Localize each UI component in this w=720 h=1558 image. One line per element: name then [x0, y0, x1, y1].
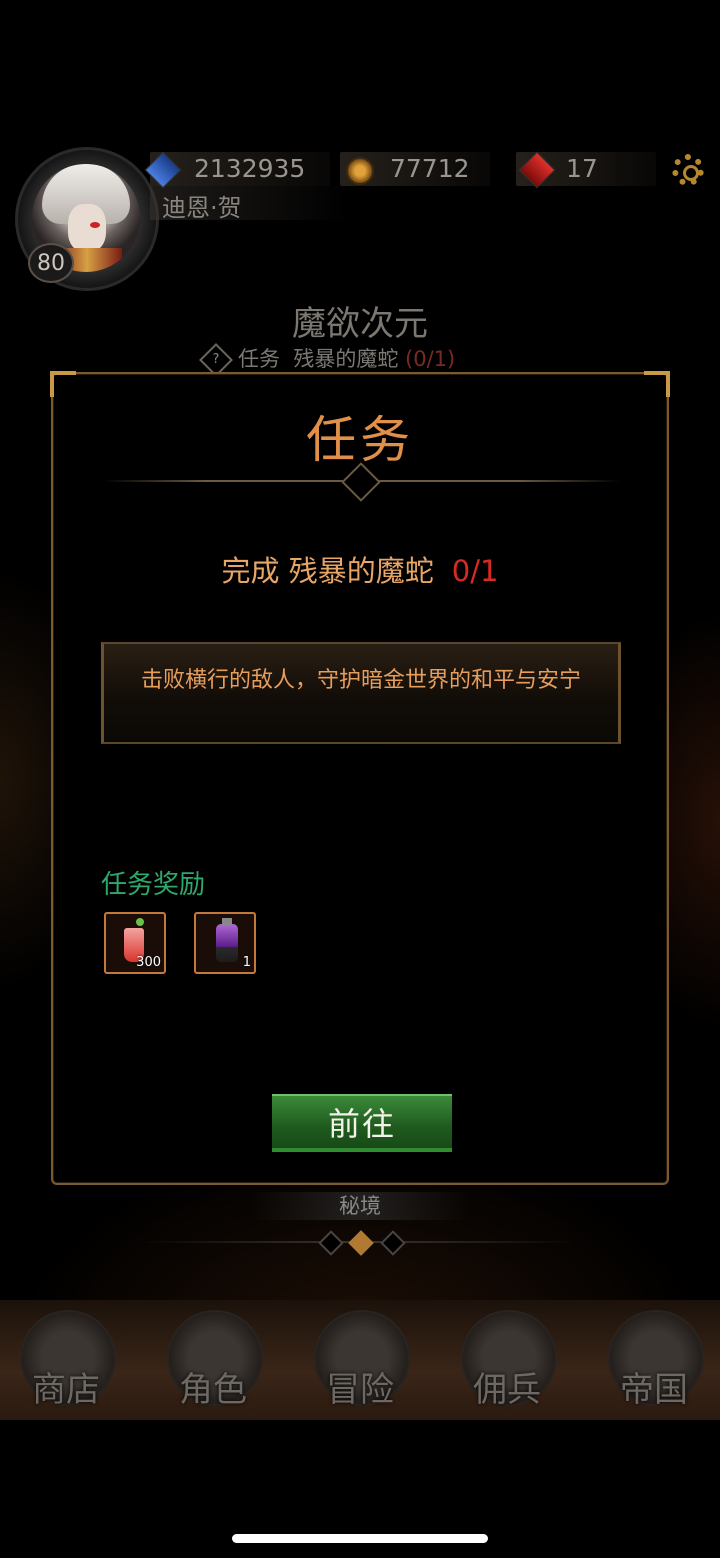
go-button[interactable]: 前往 [272, 1094, 452, 1152]
quest-objective: 完成 残暴的魔蛇 0/1 [53, 548, 667, 590]
quest-dialog: 任务 完成 残暴的魔蛇 0/1 击败横行的敌人，守护暗金世界的和平与安宁 任务奖励… [50, 371, 670, 1185]
reward-count: 1 [242, 955, 251, 970]
nav-label: 商店 [32, 1370, 100, 1410]
quest-hint-count: (0/1) [405, 347, 456, 371]
secret-realm-label[interactable]: 秘境 [0, 1190, 720, 1220]
nav-label: 冒险 [326, 1370, 394, 1410]
quest-description: 击败横行的敌人，守护暗金世界的和平与安宁 [140, 668, 581, 693]
settings-gear-icon[interactable] [672, 154, 704, 186]
gold-count: 77712 [390, 154, 470, 183]
reward-item[interactable]: 300 [104, 912, 166, 974]
gem-count: 17 [566, 154, 598, 183]
reward-title: 任务奖励 [101, 870, 206, 900]
reward-count: 300 [136, 955, 161, 970]
avatar-eye [90, 222, 100, 228]
nav-label: 角色 [179, 1370, 247, 1410]
quest-description-box: 击败横行的敌人，守护暗金世界的和平与安宁 [101, 642, 621, 744]
potion-bottle-icon [216, 918, 238, 962]
quest-hint[interactable]: ? 任务 残暴的魔蛇 (0/1) [199, 343, 456, 377]
reward-item[interactable]: 1 [194, 912, 256, 974]
dialog-corner [50, 371, 76, 397]
quest-hint-prefix: 任务 [238, 347, 280, 371]
player-level-badge: 80 [28, 243, 74, 283]
nav-adventure[interactable]: 冒险 [310, 1310, 410, 1420]
home-indicator[interactable] [232, 1534, 488, 1543]
bottom-nav: 商店 角色 冒险 佣兵 帝国 [0, 1300, 720, 1420]
player-name: 迪恩·贺 [162, 194, 242, 222]
dialog-corner [644, 371, 670, 397]
nav-mercenary[interactable]: 佣兵 [457, 1310, 557, 1420]
stage-title: 魔欲次元 [292, 304, 428, 344]
nav-character[interactable]: 角色 [163, 1310, 263, 1420]
nav-label: 佣兵 [473, 1370, 541, 1410]
avatar-face [68, 204, 106, 252]
gold-coin-icon [346, 157, 374, 185]
quest-hint-name: 残暴的魔蛇 [293, 347, 399, 371]
objective-label: 完成 残暴的魔蛇 [221, 554, 434, 588]
dialog-title: 任务 [306, 411, 414, 469]
nav-label: 帝国 [620, 1370, 688, 1410]
objective-progress: 0/1 [451, 554, 499, 588]
nav-shop[interactable]: 商店 [16, 1310, 116, 1420]
crystal-count: 2132935 [194, 154, 306, 183]
nav-empire[interactable]: 帝国 [604, 1310, 704, 1420]
